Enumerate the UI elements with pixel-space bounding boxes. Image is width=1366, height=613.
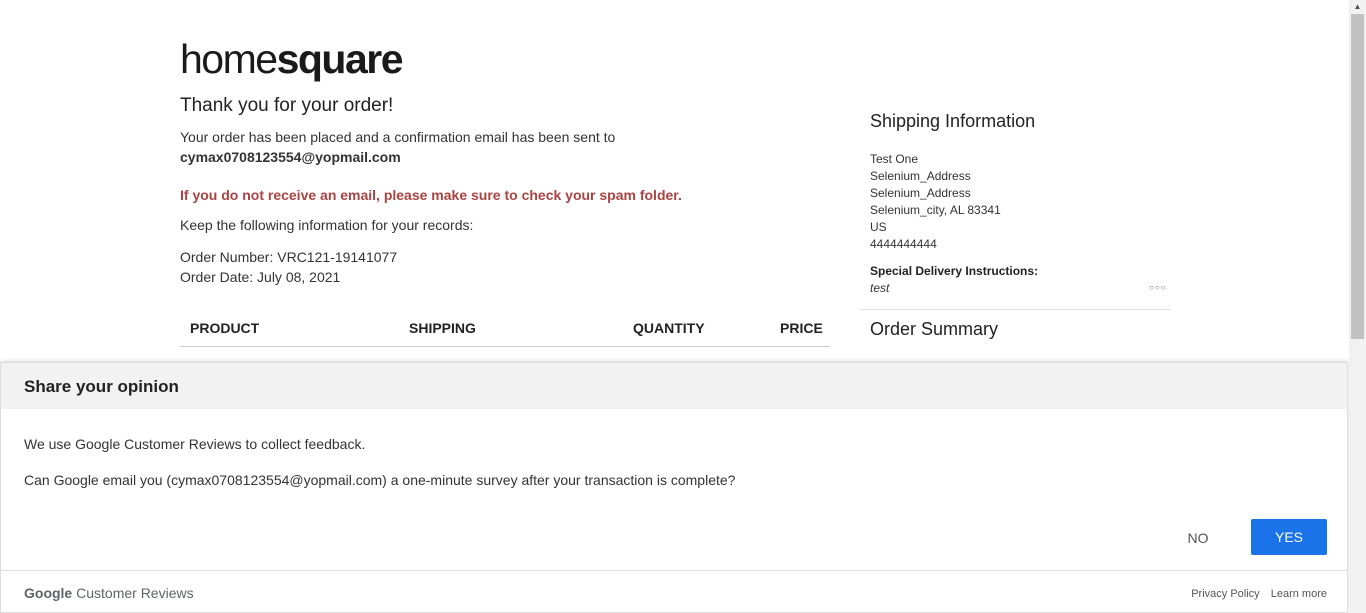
google-wordmark: Google xyxy=(24,585,73,601)
footer-links: Privacy Policy Learn more xyxy=(1183,588,1327,600)
order-number: Order Number: VRC121-19141077 xyxy=(180,249,398,265)
scroll-up-arrow-icon[interactable]: ▲ xyxy=(1349,0,1366,14)
column-header-product: PRODUCT xyxy=(190,320,260,336)
ellipsis-icon[interactable]: ○○○ xyxy=(1149,283,1167,292)
special-delivery-value: test xyxy=(870,281,890,295)
column-header-price: PRICE xyxy=(780,320,823,336)
survey-dialog: Share your opinion We use Google Custome… xyxy=(0,362,1348,613)
shipping-phone: 4444444444 xyxy=(870,237,937,251)
shipping-country: US xyxy=(870,220,887,234)
learn-more-link[interactable]: Learn more xyxy=(1271,588,1327,600)
survey-dialog-header: Share your opinion xyxy=(1,363,1347,409)
shipping-information-title: Shipping Information xyxy=(870,111,1036,131)
shipping-city-state-zip: Selenium_city, AL 83341 xyxy=(870,203,1001,217)
shipping-address-line2: Selenium_Address xyxy=(870,186,971,200)
order-date: Order Date: July 08, 2021 xyxy=(180,269,341,285)
column-header-shipping: SHIPPING xyxy=(409,320,476,336)
column-header-quantity: QUANTITY xyxy=(633,320,705,336)
survey-description: We use Google Customer Reviews to collec… xyxy=(24,436,366,452)
keep-info-text: Keep the following information for your … xyxy=(180,217,474,233)
scrollbar-thumb[interactable] xyxy=(1351,14,1364,339)
google-customer-reviews-logo: Google Customer Reviews xyxy=(24,585,194,601)
yes-button[interactable]: YES xyxy=(1251,519,1327,555)
thank-you-heading: Thank you for your order! xyxy=(180,95,394,116)
logo-text-home: home xyxy=(180,36,278,82)
shipping-address-line1: Selenium_Address xyxy=(870,169,971,183)
shipping-address: Test One Selenium_Address Selenium_Addre… xyxy=(870,151,1001,253)
order-info: Order Number: VRC121-19141077 Order Date… xyxy=(180,247,397,287)
survey-question: Can Google email you (cymax0708123554@yo… xyxy=(24,472,736,488)
shipping-name: Test One xyxy=(870,152,919,166)
confirmation-email: cymax0708123554@yopmail.com xyxy=(180,149,401,165)
survey-dialog-title: Share your opinion xyxy=(24,377,179,396)
order-summary-title: Order Summary xyxy=(870,319,999,339)
confirmation-message: Your order has been placed and a confirm… xyxy=(180,127,615,167)
survey-dialog-footer: Google Customer Reviews Privacy Policy L… xyxy=(1,570,1347,613)
homesquare-logo[interactable]: homesquare xyxy=(180,36,404,82)
placed-text: Your order has been placed and a confirm… xyxy=(180,129,616,145)
no-button[interactable]: NO xyxy=(1170,520,1226,556)
logo-text-square: square xyxy=(276,36,404,82)
checkout-confirmation-page: homesquare Thank you for your order! You… xyxy=(0,0,1349,613)
product-table-header: PRODUCT SHIPPING QUANTITY PRICE xyxy=(180,312,830,347)
vertical-scrollbar[interactable]: ▲ xyxy=(1349,0,1366,613)
customer-reviews-wordmark: Customer Reviews xyxy=(76,585,194,601)
special-delivery-label: Special Delivery Instructions: xyxy=(870,264,1039,278)
spam-notice: If you do not receive an email, please m… xyxy=(180,187,682,203)
privacy-policy-link[interactable]: Privacy Policy xyxy=(1191,588,1259,600)
divider xyxy=(860,309,1170,310)
